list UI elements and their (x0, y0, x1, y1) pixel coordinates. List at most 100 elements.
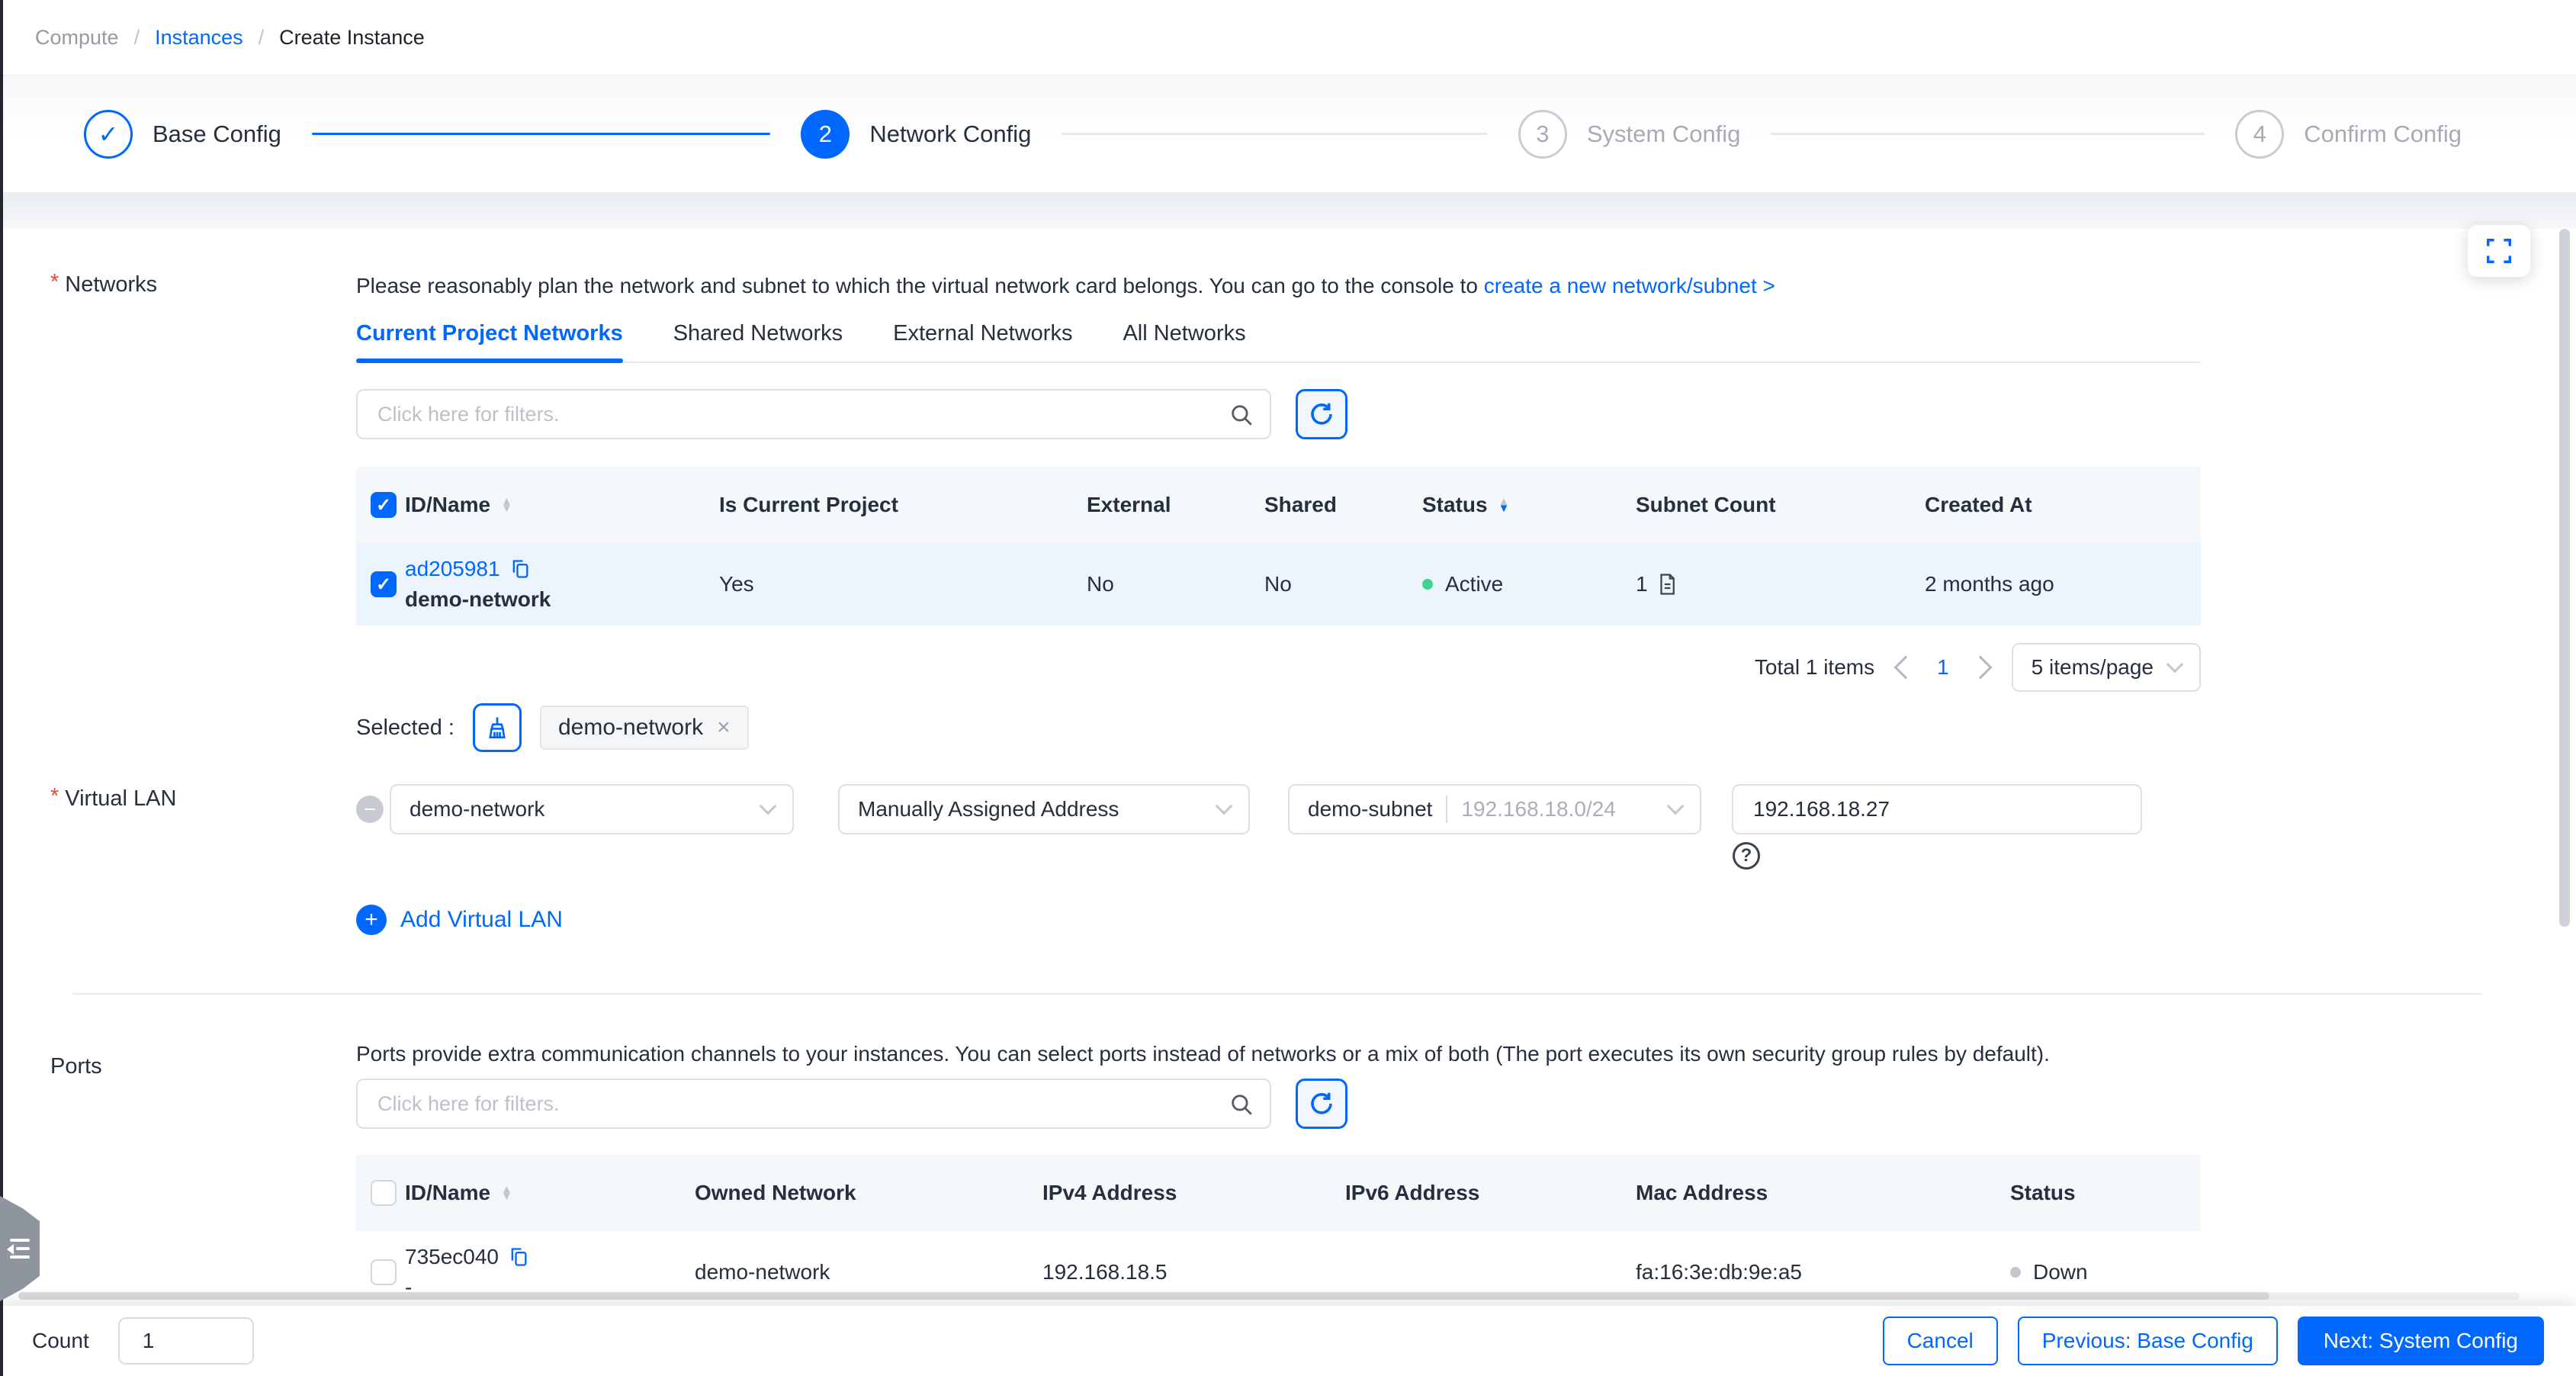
breadcrumb-separator: / (133, 25, 140, 49)
fullscreen-icon (2487, 239, 2511, 263)
next-step-button[interactable]: Next: System Config (2297, 1317, 2544, 1365)
vertical-scrollbar-thumb[interactable] (2559, 229, 2570, 927)
ports-filter-input[interactable] (358, 1080, 1270, 1127)
subnet-cidr: 192.168.18.0/24 (1461, 797, 1616, 821)
top-bar: Compute / Instances / Create Instance (0, 0, 2576, 76)
network-id-link[interactable]: ad205981 (405, 557, 500, 581)
tab-current-project-networks[interactable]: Current Project Networks (356, 321, 623, 363)
column-external: External (1087, 493, 1171, 516)
subnet-name: demo-subnet (1308, 797, 1433, 821)
subnet-divider (1446, 796, 1448, 823)
cell-is-current-project: Yes (719, 572, 754, 596)
breadcrumb: Compute / Instances / Create Instance (35, 26, 425, 50)
status-dot-active (1422, 579, 1433, 590)
next-page-icon[interactable] (1968, 655, 1993, 680)
column-subnet-count: Subnet Count (1636, 493, 1776, 516)
column-id-name[interactable]: ID/Name ▲ ▼ (405, 493, 719, 517)
chevron-down-icon (2166, 655, 2184, 674)
breadcrumb-instances-link[interactable]: Instances (155, 26, 243, 50)
prev-page-icon[interactable] (1893, 655, 1918, 680)
cell-shared: No (1264, 572, 1292, 596)
collapsed-sidebar-edge (0, 0, 3, 1376)
step-base-config[interactable]: ✓ Base Config (84, 109, 801, 159)
column-mac-address: Mac Address (1636, 1181, 1768, 1204)
vlan-network-select[interactable]: demo-network (390, 784, 794, 834)
tab-all-networks[interactable]: All Networks (1123, 321, 1245, 362)
horizontal-scrollbar[interactable] (18, 1292, 2520, 1300)
row-checkbox[interactable]: ✓ (371, 571, 397, 597)
column-owned-network: Owned Network (695, 1181, 856, 1204)
port-table-row[interactable]: 735ec040 - demo-network 192.168.18.5 fa:… (356, 1231, 2201, 1313)
add-virtual-lan-button[interactable]: + Add Virtual LAN (356, 905, 2201, 935)
copy-icon[interactable] (509, 558, 531, 580)
selected-network-tag[interactable]: demo-network × (539, 706, 749, 750)
networks-table-header: ✓ ID/Name ▲ ▼ Is Current Project External… (356, 467, 2201, 543)
step-todo-circle: 3 (1518, 109, 1567, 159)
ports-description: Ports provide extra communication channe… (356, 1042, 2050, 1066)
ports-refresh-button[interactable] (1296, 1079, 1347, 1129)
copy-icon[interactable] (508, 1246, 529, 1268)
select-all-checkbox[interactable]: ✓ (371, 492, 397, 518)
networks-field-label: * Networks (0, 229, 356, 752)
step-network-config[interactable]: 2 Network Config (801, 109, 1518, 159)
wizard-footer: Count Cancel Previous: Base Config Next:… (0, 1306, 2576, 1376)
status-dot-down (2010, 1267, 2021, 1278)
cancel-button[interactable]: Cancel (1882, 1317, 1998, 1365)
chevron-down-icon (1215, 797, 1233, 815)
section-divider-strip (0, 192, 2576, 229)
page-size-select[interactable]: 5 items/page (2011, 643, 2201, 692)
add-virtual-lan-label: Add Virtual LAN (400, 907, 563, 932)
column-ipv4-address: IPv4 Address (1042, 1181, 1177, 1204)
column-status: Status (2010, 1181, 2076, 1204)
tab-external-networks[interactable]: External Networks (893, 321, 1072, 362)
remove-vlan-button[interactable]: − (356, 796, 384, 823)
network-table-row[interactable]: ✓ ad205981 demo-network Yes No No Active (356, 543, 2201, 625)
breadcrumb-separator: / (258, 25, 265, 49)
step-label: Base Config (153, 120, 281, 147)
networks-filter-box[interactable] (356, 389, 1271, 439)
vlan-assign-mode-select[interactable]: Manually Assigned Address (838, 784, 1250, 834)
column-ipv6-address: IPv6 Address (1345, 1181, 1480, 1204)
column-id-name[interactable]: ID/Name ▲ ▼ (405, 1181, 695, 1205)
select-all-checkbox[interactable] (371, 1180, 397, 1206)
row-checkbox[interactable] (371, 1259, 397, 1285)
ip-help-icon[interactable]: ? (1733, 842, 1760, 870)
create-network-link[interactable]: create a new network/subnet > (1484, 274, 1775, 297)
tag-label: demo-network (557, 715, 704, 740)
networks-filter-input[interactable] (358, 391, 1270, 438)
network-config-form: * Networks Please reasonably plan the net… (0, 229, 2576, 1313)
networks-info-text: Please reasonably plan the network and s… (356, 271, 2201, 301)
horizontal-scrollbar-thumb[interactable] (18, 1292, 2269, 1300)
check-icon: ✓ (98, 120, 119, 148)
wizard-steps: ✓ Base Config 2 Network Config 3 System … (0, 76, 2576, 192)
breadcrumb-current-page: Create Instance (279, 25, 425, 49)
remove-tag-icon[interactable]: × (717, 716, 731, 739)
subnet-detail-icon[interactable] (1656, 573, 1678, 596)
previous-step-button[interactable]: Previous: Base Config (2017, 1317, 2278, 1365)
refresh-icon (1311, 1092, 1332, 1114)
step-confirm-config: 4 Confirm Config (2235, 109, 2492, 159)
cell-owned-network: demo-network (695, 1260, 830, 1284)
step-number: 3 (1536, 120, 1550, 147)
clear-selection-button[interactable] (472, 703, 522, 752)
count-input[interactable] (117, 1317, 254, 1365)
expand-fullscreen-button[interactable] (2468, 225, 2530, 277)
chevron-down-icon (1666, 797, 1685, 815)
cell-external: No (1087, 572, 1114, 596)
ports-filter-box[interactable] (356, 1079, 1271, 1129)
tab-shared-networks[interactable]: Shared Networks (673, 321, 843, 362)
cell-ipv4: 192.168.18.5 (1042, 1260, 1168, 1284)
page-number[interactable]: 1 (1937, 655, 1949, 680)
step-done-circle: ✓ (84, 109, 133, 159)
step-connector (1771, 133, 2205, 135)
vlan-ip-input[interactable] (1732, 784, 2142, 834)
networks-info-body: Please reasonably plan the network and s… (356, 274, 1478, 297)
step-label: System Config (1586, 120, 1741, 147)
networks-refresh-button[interactable] (1296, 389, 1347, 439)
ports-table-header: ID/Name ▲ ▼ Owned Network IPv4 Address IP… (356, 1155, 2201, 1231)
virtual-lan-label-text: Virtual LAN (65, 786, 177, 811)
vlan-subnet-select[interactable]: demo-subnet 192.168.18.0/24 (1288, 784, 1701, 834)
column-status[interactable]: Status ▲ ▼ (1422, 493, 1636, 517)
question-mark: ? (1740, 845, 1752, 866)
breadcrumb-compute: Compute (35, 25, 119, 49)
